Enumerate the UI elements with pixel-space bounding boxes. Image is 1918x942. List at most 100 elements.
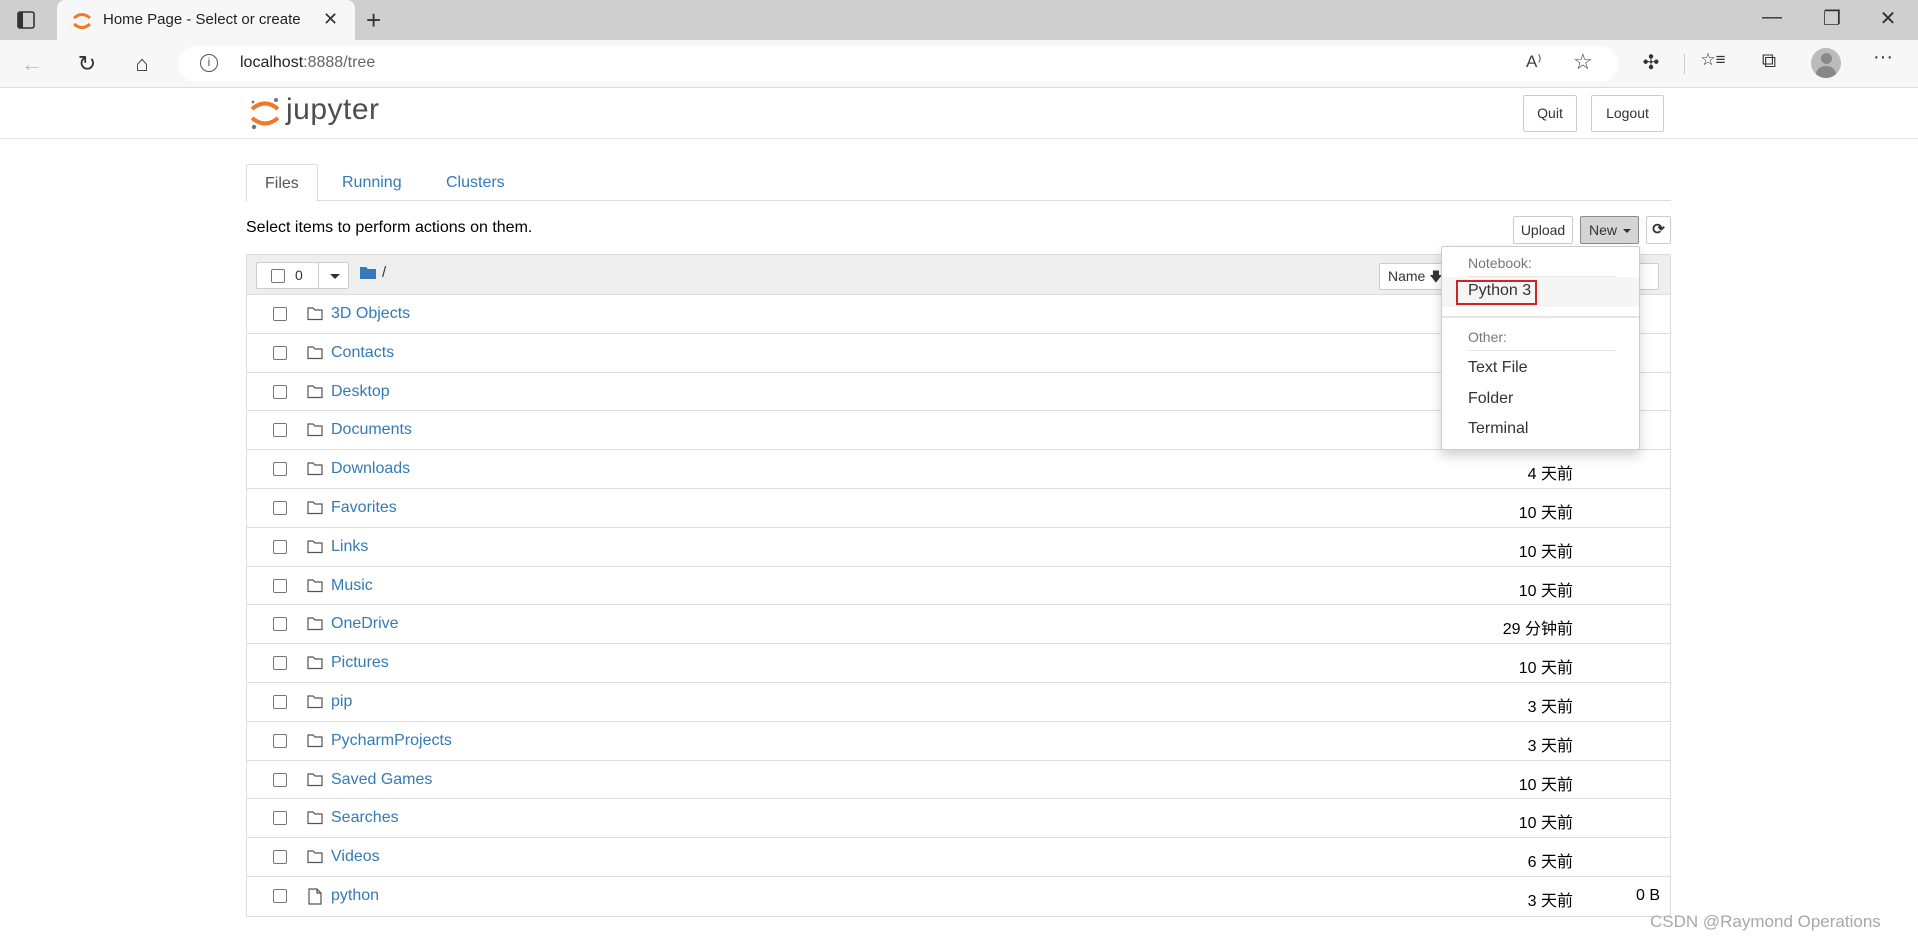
row-checkbox[interactable]: [273, 888, 287, 903]
file-row[interactable]: PycharmProjects 3 天前: [247, 722, 1670, 761]
row-checkbox[interactable]: [273, 733, 287, 748]
row-checkbox[interactable]: [273, 578, 287, 593]
quit-button[interactable]: Quit: [1523, 95, 1577, 132]
folder-icon: [307, 578, 323, 593]
file-name-link[interactable]: Documents: [331, 421, 412, 439]
file-modified: 10 天前: [1518, 582, 1573, 600]
file-row[interactable]: Downloads 4 天前: [247, 450, 1670, 489]
menu-item-python3[interactable]: Python 3: [1442, 277, 1639, 307]
file-row[interactable]: Videos 6 天前: [247, 838, 1670, 877]
collections-icon[interactable]: ⧉: [1754, 50, 1784, 73]
select-all-checkbox[interactable]: [271, 269, 285, 283]
toolbar-separator: [1684, 54, 1685, 74]
file-row[interactable]: Pictures 10 天前: [247, 644, 1670, 683]
upload-button[interactable]: Upload: [1513, 216, 1573, 244]
file-name-link[interactable]: pip: [331, 693, 352, 711]
watermark: CSDN @Raymond Operations: [1650, 912, 1881, 931]
jupyter-logo-icon[interactable]: [248, 94, 282, 137]
row-checkbox[interactable]: [273, 307, 287, 321]
folder-icon[interactable]: [360, 266, 376, 279]
menu-item-terminal[interactable]: Terminal: [1442, 415, 1639, 445]
back-arrow-icon[interactable]: ←: [18, 50, 46, 78]
file-name-link[interactable]: 3D Objects: [331, 305, 410, 323]
jupyter-tabs: Files Running Clusters: [246, 164, 1671, 202]
file-row[interactable]: OneDrive 29 分钟前: [247, 605, 1670, 645]
jupyter-logo-text[interactable]: jupyter: [286, 93, 380, 127]
file-modified: 10 天前: [1518, 660, 1573, 678]
restore-icon[interactable]: ❐: [1812, 6, 1852, 31]
logout-button[interactable]: Logout: [1591, 95, 1664, 132]
row-checkbox[interactable]: [273, 500, 287, 515]
menu-item-text-file[interactable]: Text File: [1442, 354, 1639, 384]
profile-avatar-icon[interactable]: [1811, 48, 1841, 78]
file-name-link[interactable]: Music: [331, 577, 373, 595]
browser-toolbar: ← ↻ ⌂ i localhost:8888/tree A⁾ ☆ ✣ ☆≡ ⧉ …: [0, 40, 1918, 88]
info-icon[interactable]: i: [200, 54, 218, 72]
folder-icon: [307, 345, 323, 360]
favorites-icon[interactable]: ☆≡: [1698, 50, 1728, 70]
select-dropdown-caret[interactable]: [318, 263, 349, 288]
tab-close-icon[interactable]: ✕: [323, 9, 338, 30]
extensions-icon[interactable]: ✣: [1636, 50, 1666, 75]
select-all-group[interactable]: 0: [256, 262, 349, 289]
folder-icon: [307, 306, 323, 321]
sort-name-label: Name: [1388, 268, 1426, 284]
file-row[interactable]: Searches 10 天前: [247, 799, 1670, 839]
tab-clusters[interactable]: Clusters: [428, 164, 523, 201]
file-name-link[interactable]: Desktop: [331, 383, 390, 401]
jupyter-header: jupyter Quit Logout: [0, 89, 1918, 139]
tab-title: Home Page - Select or create a n: [103, 11, 303, 28]
file-name-link[interactable]: Favorites: [331, 499, 397, 517]
home-icon[interactable]: ⌂: [128, 50, 156, 78]
file-name-link[interactable]: Searches: [331, 809, 399, 827]
file-row[interactable]: Saved Games 10 天前: [247, 761, 1670, 800]
folder-icon: [307, 849, 323, 864]
file-name-link[interactable]: OneDrive: [331, 615, 399, 633]
row-checkbox[interactable]: [273, 850, 287, 865]
new-dropdown-menu: Notebook: Python 3 Other: Text File Fold…: [1441, 246, 1640, 450]
address-bar[interactable]: i localhost:8888/tree A⁾ ☆: [178, 46, 1618, 82]
browser-tab-active[interactable]: Home Page - Select or create a n ✕: [57, 0, 355, 40]
row-checkbox[interactable]: [273, 772, 287, 787]
add-favorite-icon[interactable]: ☆: [1573, 49, 1593, 75]
read-aloud-icon[interactable]: A⁾: [1526, 52, 1542, 72]
row-checkbox[interactable]: [273, 384, 287, 399]
file-row[interactable]: python 3 天前 0 B: [247, 877, 1670, 916]
refresh-icon[interactable]: ↻: [73, 50, 101, 78]
tab-files[interactable]: Files: [246, 164, 318, 202]
row-checkbox[interactable]: [273, 694, 287, 709]
file-row[interactable]: Music 10 天前: [247, 567, 1670, 606]
row-checkbox[interactable]: [273, 423, 287, 438]
row-checkbox[interactable]: [273, 539, 287, 554]
file-name-link[interactable]: python: [331, 887, 379, 905]
tab-actions-icon[interactable]: [16, 10, 36, 30]
jupyter-favicon-icon: [71, 10, 93, 32]
row-checkbox[interactable]: [273, 656, 287, 671]
file-name-link[interactable]: PycharmProjects: [331, 732, 452, 750]
new-tab-icon[interactable]: +: [366, 5, 381, 36]
new-button[interactable]: New: [1580, 216, 1639, 244]
file-name-link[interactable]: Downloads: [331, 460, 410, 478]
window-close-icon[interactable]: ✕: [1868, 6, 1908, 31]
file-name-link[interactable]: Videos: [331, 848, 380, 866]
row-checkbox[interactable]: [273, 345, 287, 360]
file-row[interactable]: pip 3 天前: [247, 683, 1670, 722]
breadcrumb-root[interactable]: /: [382, 264, 386, 281]
notebook-section-header: Notebook:: [1468, 255, 1532, 271]
menu-item-folder[interactable]: Folder: [1442, 385, 1639, 415]
row-checkbox[interactable]: [273, 811, 287, 826]
file-name-link[interactable]: Links: [331, 538, 368, 556]
file-name-link[interactable]: Pictures: [331, 654, 389, 672]
refresh-list-button[interactable]: ⟳: [1646, 216, 1671, 244]
file-name-link[interactable]: Saved Games: [331, 771, 432, 789]
url-text[interactable]: localhost:8888/tree: [240, 54, 375, 72]
more-icon[interactable]: ···: [1868, 46, 1898, 69]
caret-down-icon: [1622, 229, 1631, 234]
file-row[interactable]: Links 10 天前: [247, 528, 1670, 567]
file-row[interactable]: Favorites 10 天前: [247, 489, 1670, 528]
row-checkbox[interactable]: [273, 617, 287, 632]
tab-running[interactable]: Running: [324, 164, 420, 201]
file-name-link[interactable]: Contacts: [331, 344, 394, 362]
minimize-icon[interactable]: —: [1752, 6, 1792, 29]
row-checkbox[interactable]: [273, 462, 287, 477]
